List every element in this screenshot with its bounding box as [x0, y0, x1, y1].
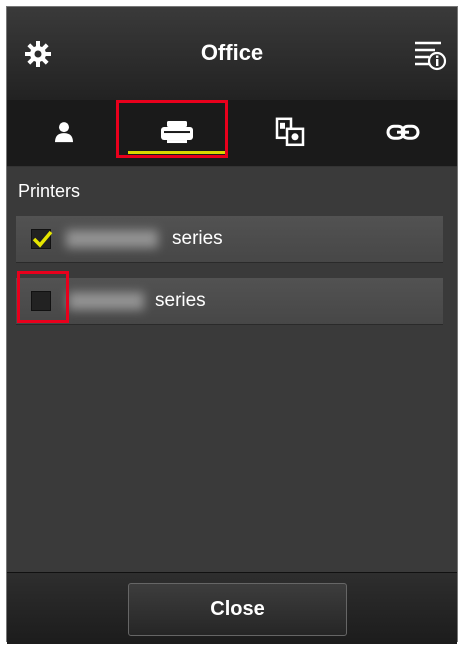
printer-list-panel: Printers series series	[7, 167, 457, 572]
apps-icon	[275, 117, 304, 147]
tab-apps[interactable]	[233, 100, 346, 166]
printer-model-name-blurred	[68, 292, 144, 310]
printer-row[interactable]: series	[16, 278, 443, 325]
callout-highlight-printers-tab	[116, 100, 228, 158]
printer-row[interactable]: series	[16, 216, 443, 263]
close-button[interactable]: Close	[128, 583, 347, 636]
callout-highlight-checkbox	[17, 271, 69, 323]
header-bar: Office	[7, 7, 457, 101]
page-title: Office	[200, 40, 264, 65]
info-list-icon[interactable]	[413, 39, 447, 71]
printer-series-label: series	[172, 228, 223, 249]
checkmark-icon	[32, 230, 53, 248]
printer-series-label: series	[155, 290, 206, 311]
section-label: Printers	[18, 181, 81, 201]
tab-links[interactable]	[346, 100, 459, 166]
tab-users[interactable]	[7, 100, 120, 166]
tab-bar	[7, 100, 457, 167]
printer-checkbox[interactable]	[31, 229, 53, 249]
link-icon	[386, 124, 419, 140]
footer-bar: Close	[7, 572, 457, 644]
printer-model-name-blurred	[66, 230, 158, 248]
user-icon	[54, 122, 73, 143]
app-window: Office Printers series series Close	[6, 6, 458, 644]
